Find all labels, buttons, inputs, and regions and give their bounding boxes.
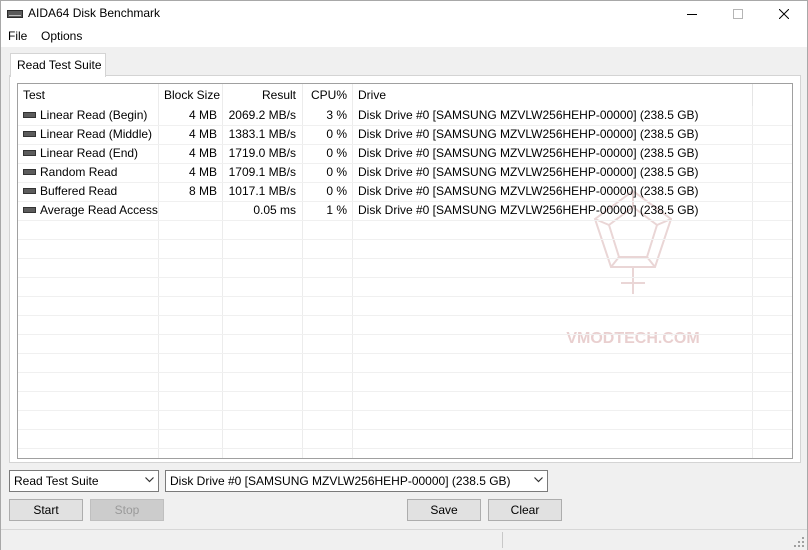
result-cell: 2069.2 MB/s xyxy=(228,108,296,122)
test-cell: Linear Read (Begin) xyxy=(23,106,158,125)
empty-row xyxy=(18,239,792,259)
close-icon xyxy=(779,9,789,19)
column-header-result[interactable]: Result xyxy=(224,84,296,106)
status-bar xyxy=(1,529,807,550)
column-header-block-size[interactable]: Block Size xyxy=(164,84,222,106)
hard-drive-icon xyxy=(23,149,36,156)
window-title: AIDA64 Disk Benchmark xyxy=(28,6,161,20)
hard-drive-icon xyxy=(23,130,36,137)
close-button[interactable] xyxy=(761,1,807,27)
table-row[interactable]: Buffered Read 8 MB 1017.1 MB/s 0 % Disk … xyxy=(18,182,792,202)
chevron-down-icon xyxy=(534,477,543,483)
cpu-cell: 3 % xyxy=(326,108,347,122)
stop-button[interactable]: Stop xyxy=(90,499,164,521)
block-size-cell: 4 MB xyxy=(188,108,217,122)
tab-read-test-suite[interactable]: Read Test Suite xyxy=(10,53,106,77)
result-cell: 0.05 ms xyxy=(253,203,296,217)
column-header-cpu[interactable]: CPU% xyxy=(303,84,347,106)
results-list[interactable]: VMODTECH.COM Test Block Size Result CPU%… xyxy=(17,83,793,459)
drive-cell: Disk Drive #0 [SAMSUNG MZVLW256HEHP-0000… xyxy=(358,127,699,141)
drive-select[interactable]: Disk Drive #0 [SAMSUNG MZVLW256HEHP-0000… xyxy=(165,470,548,492)
hard-drive-icon xyxy=(23,168,36,175)
save-button[interactable]: Save xyxy=(407,499,481,521)
empty-row xyxy=(18,296,792,316)
column-header-test[interactable]: Test xyxy=(23,84,158,106)
resize-grip-icon[interactable] xyxy=(793,536,805,548)
result-cell: 1709.1 MB/s xyxy=(228,165,296,179)
menu-options[interactable]: Options xyxy=(41,29,82,43)
result-cell: 1017.1 MB/s xyxy=(228,184,296,198)
test-cell: Linear Read (End) xyxy=(23,144,158,163)
empty-row xyxy=(18,334,792,354)
test-name: Linear Read (End) xyxy=(40,146,139,160)
block-size-cell: 4 MB xyxy=(188,127,217,141)
test-cell: Linear Read (Middle) xyxy=(23,125,158,144)
list-header: Test Block Size Result CPU% Drive xyxy=(18,84,792,106)
maximize-icon xyxy=(733,9,743,19)
test-suite-select-value: Read Test Suite xyxy=(14,474,99,488)
hard-drive-icon xyxy=(23,187,36,194)
drive-cell: Disk Drive #0 [SAMSUNG MZVLW256HEHP-0000… xyxy=(358,146,699,160)
drive-select-value: Disk Drive #0 [SAMSUNG MZVLW256HEHP-0000… xyxy=(170,474,511,488)
test-name: Random Read xyxy=(40,165,118,179)
test-cell: Average Read Access xyxy=(23,201,158,220)
table-row[interactable]: Linear Read (Middle) 4 MB 1383.1 MB/s 0 … xyxy=(18,125,792,145)
drive-cell: Disk Drive #0 [SAMSUNG MZVLW256HEHP-0000… xyxy=(358,108,699,122)
status-divider xyxy=(502,532,503,548)
empty-row xyxy=(18,315,792,335)
empty-row xyxy=(18,220,792,240)
table-row[interactable]: Linear Read (Begin) 4 MB 2069.2 MB/s 3 %… xyxy=(18,106,792,126)
maximize-button[interactable] xyxy=(715,1,761,27)
drive-cell: Disk Drive #0 [SAMSUNG MZVLW256HEHP-0000… xyxy=(358,165,699,179)
empty-row xyxy=(18,258,792,278)
table-row[interactable]: Average Read Access 0.05 ms 1 % Disk Dri… xyxy=(18,201,792,221)
test-name: Linear Read (Middle) xyxy=(40,127,153,141)
empty-row xyxy=(18,372,792,392)
empty-row xyxy=(18,429,792,449)
clear-button[interactable]: Clear xyxy=(488,499,562,521)
test-name: Average Read Access xyxy=(40,203,158,217)
table-row[interactable]: Linear Read (End) 4 MB 1719.0 MB/s 0 % D… xyxy=(18,144,792,164)
cpu-cell: 0 % xyxy=(326,146,347,160)
test-name: Buffered Read xyxy=(40,184,118,198)
hard-drive-icon xyxy=(23,206,36,213)
test-suite-select[interactable]: Read Test Suite xyxy=(9,470,159,492)
result-cell: 1719.0 MB/s xyxy=(228,146,296,160)
table-row[interactable]: Random Read 4 MB 1709.1 MB/s 0 % Disk Dr… xyxy=(18,163,792,183)
minimize-button[interactable] xyxy=(669,1,715,27)
block-size-cell: 8 MB xyxy=(188,184,217,198)
minimize-icon xyxy=(687,14,697,15)
block-size-cell: 4 MB xyxy=(188,146,217,160)
hard-drive-icon xyxy=(23,111,36,118)
chevron-down-icon xyxy=(145,477,154,483)
cpu-cell: 0 % xyxy=(326,165,347,179)
tab-label: Read Test Suite xyxy=(17,58,102,72)
block-size-cell xyxy=(159,201,217,220)
hard-drive-icon xyxy=(7,10,23,18)
menu-file[interactable]: File xyxy=(8,29,27,43)
result-cell: 1383.1 MB/s xyxy=(228,127,296,141)
test-cell: Random Read xyxy=(23,163,158,182)
drive-cell: Disk Drive #0 [SAMSUNG MZVLW256HEHP-0000… xyxy=(358,184,699,198)
cpu-cell: 1 % xyxy=(326,203,347,217)
empty-row xyxy=(18,391,792,411)
drive-cell: Disk Drive #0 [SAMSUNG MZVLW256HEHP-0000… xyxy=(358,203,699,217)
app-window: AIDA64 Disk Benchmark File Options Read … xyxy=(0,0,808,550)
header-divider xyxy=(752,84,753,106)
test-cell: Buffered Read xyxy=(23,182,158,201)
block-size-cell: 4 MB xyxy=(188,165,217,179)
empty-row xyxy=(18,277,792,297)
empty-row xyxy=(18,410,792,430)
column-header-drive[interactable]: Drive xyxy=(358,84,758,106)
cpu-cell: 0 % xyxy=(326,127,347,141)
cpu-cell: 0 % xyxy=(326,184,347,198)
title-bar[interactable]: AIDA64 Disk Benchmark xyxy=(1,1,807,27)
test-name: Linear Read (Begin) xyxy=(40,108,148,122)
empty-row xyxy=(18,353,792,373)
start-button[interactable]: Start xyxy=(9,499,83,521)
menu-bar: File Options xyxy=(1,27,807,47)
